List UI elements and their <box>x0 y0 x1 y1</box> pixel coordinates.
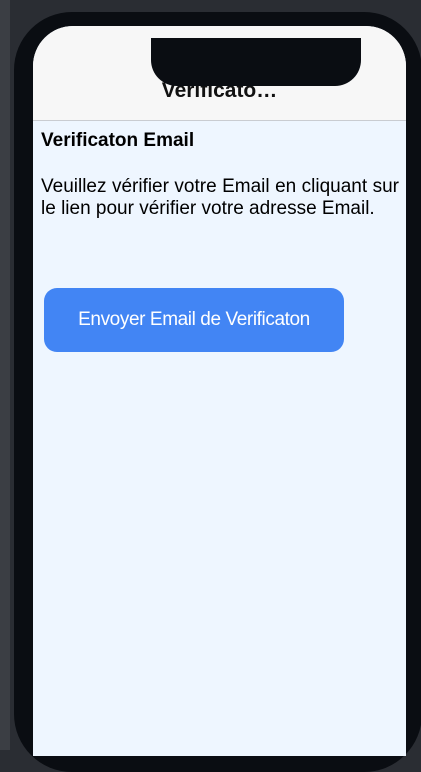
app-screen: Verificato… Verificaton Email Veuillez v… <box>33 26 406 756</box>
send-verification-email-button[interactable]: Envoyer Email de Verificaton <box>44 288 344 352</box>
verification-message: Veuillez vérifier votre Email en cliquan… <box>41 176 399 219</box>
content-area: Verificaton Email Veuillez vérifier votr… <box>41 130 399 220</box>
background-edge <box>0 0 10 750</box>
device-notch <box>151 38 361 86</box>
verification-heading: Verificaton Email <box>41 130 195 151</box>
